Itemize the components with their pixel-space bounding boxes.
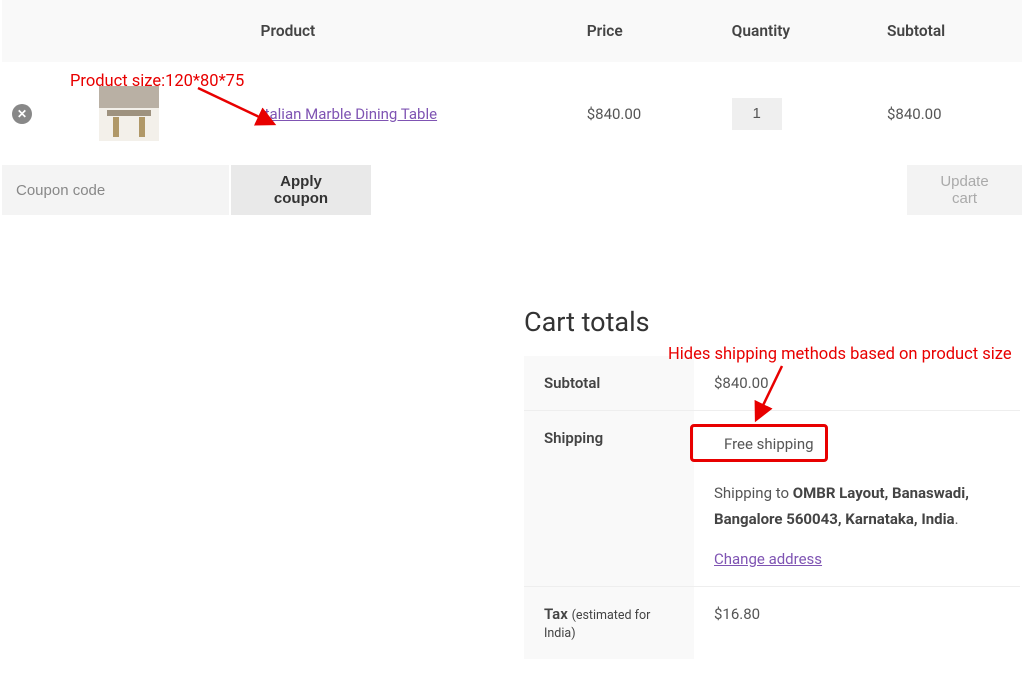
shipping-label: Shipping [524,411,694,587]
product-subtotal: $840.00 [877,62,1022,165]
tax-value: $16.80 [694,587,1020,660]
col-header-price: Price [577,0,722,62]
subtotal-label: Subtotal [524,356,694,411]
cart-row: ✕ Italian Marble Dining Table $840.00 $8… [2,62,1022,165]
shipping-method: Free shipping [714,429,840,459]
cart-actions: Apply coupon Update cart [2,165,1022,215]
update-cart-button[interactable]: Update cart [907,165,1022,215]
cart-totals-heading: Cart totals [524,306,1020,338]
ship-to-prefix: Shipping to [714,484,793,502]
change-address-link[interactable]: Change address [714,550,822,568]
cart-table: Product Price Quantity Subtotal ✕ Italia… [2,0,1022,165]
product-thumbnail[interactable] [99,86,159,141]
product-name-link[interactable]: Italian Marble Dining Table [261,105,438,123]
product-price: $840.00 [577,62,722,165]
col-header-quantity: Quantity [722,0,877,62]
subtotal-value: $840.00 [694,356,1020,411]
col-header-product: Product [251,0,577,62]
tax-label: Tax (estimated for India) [524,587,694,660]
apply-coupon-button[interactable]: Apply coupon [231,165,371,215]
col-header-subtotal: Subtotal [877,0,1022,62]
cart-totals: Cart totals Subtotal $840.00 Shipping Fr… [524,306,1020,659]
quantity-input[interactable] [732,98,782,130]
remove-item-button[interactable]: ✕ [12,104,32,124]
coupon-code-input[interactable] [2,165,229,215]
